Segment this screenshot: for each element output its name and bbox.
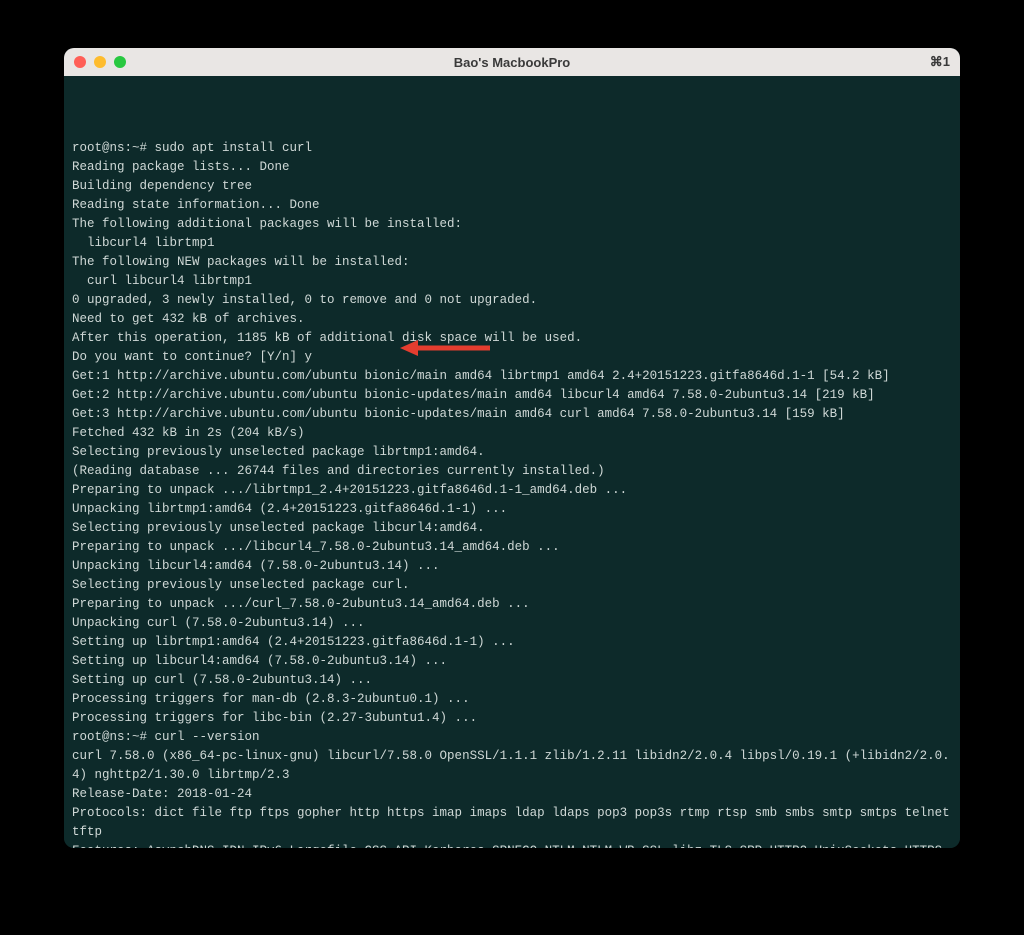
terminal-line: Get:2 http://archive.ubuntu.com/ubuntu b… [72, 386, 952, 405]
terminal-line: The following NEW packages will be insta… [72, 253, 952, 272]
terminal-line: Reading state information... Done [72, 196, 952, 215]
terminal-line: Features: AsynchDNS IDN IPv6 Largefile G… [72, 842, 952, 848]
terminal-line: Get:3 http://archive.ubuntu.com/ubuntu b… [72, 405, 952, 424]
terminal-line: Get:1 http://archive.ubuntu.com/ubuntu b… [72, 367, 952, 386]
terminal-line: libcurl4 librtmp1 [72, 234, 952, 253]
terminal-line: After this operation, 1185 kB of additio… [72, 329, 952, 348]
terminal-line: Setting up librtmp1:amd64 (2.4+20151223.… [72, 633, 952, 652]
terminal-line: Processing triggers for man-db (2.8.3-2u… [72, 690, 952, 709]
terminal-line: root@ns:~# curl --version [72, 728, 952, 747]
window-titlebar[interactable]: Bao's MacbookPro ⌘1 [64, 48, 960, 76]
terminal-line: (Reading database ... 26744 files and di… [72, 462, 952, 481]
terminal-line: 0 upgraded, 3 newly installed, 0 to remo… [72, 291, 952, 310]
terminal-line: Preparing to unpack .../curl_7.58.0-2ubu… [72, 595, 952, 614]
terminal-line: Selecting previously unselected package … [72, 519, 952, 538]
minimize-button[interactable] [94, 56, 106, 68]
terminal-line: Setting up libcurl4:amd64 (7.58.0-2ubunt… [72, 652, 952, 671]
close-button[interactable] [74, 56, 86, 68]
terminal-line: Fetched 432 kB in 2s (204 kB/s) [72, 424, 952, 443]
terminal-line: Need to get 432 kB of archives. [72, 310, 952, 329]
terminal-line: Unpacking librtmp1:amd64 (2.4+20151223.g… [72, 500, 952, 519]
window-shortcut: ⌘1 [930, 54, 950, 70]
maximize-button[interactable] [114, 56, 126, 68]
terminal-line: Preparing to unpack .../librtmp1_2.4+201… [72, 481, 952, 500]
terminal-line: root@ns:~# sudo apt install curl [72, 139, 952, 158]
terminal-line: Building dependency tree [72, 177, 952, 196]
terminal-line: Unpacking curl (7.58.0-2ubuntu3.14) ... [72, 614, 952, 633]
terminal-line: Do you want to continue? [Y/n] y [72, 348, 952, 367]
terminal-line: Release-Date: 2018-01-24 [72, 785, 952, 804]
terminal-viewport[interactable]: root@ns:~# sudo apt install curlReading … [64, 76, 960, 848]
window-controls [74, 56, 126, 68]
terminal-line: The following additional packages will b… [72, 215, 952, 234]
terminal-line: curl libcurl4 librtmp1 [72, 272, 952, 291]
terminal-line: Selecting previously unselected package … [72, 443, 952, 462]
terminal-line: Processing triggers for libc-bin (2.27-3… [72, 709, 952, 728]
terminal-line: Setting up curl (7.58.0-2ubuntu3.14) ... [72, 671, 952, 690]
terminal-line: Unpacking libcurl4:amd64 (7.58.0-2ubuntu… [72, 557, 952, 576]
terminal-line: curl 7.58.0 (x86_64-pc-linux-gnu) libcur… [72, 747, 952, 785]
window-title: Bao's MacbookPro [64, 55, 960, 70]
terminal-line: Protocols: dict file ftp ftps gopher htt… [72, 804, 952, 842]
terminal-line: Preparing to unpack .../libcurl4_7.58.0-… [72, 538, 952, 557]
terminal-line: Selecting previously unselected package … [72, 576, 952, 595]
terminal-line: Reading package lists... Done [72, 158, 952, 177]
terminal-window: Bao's MacbookPro ⌘1 root@ns:~# sudo apt … [64, 48, 960, 848]
